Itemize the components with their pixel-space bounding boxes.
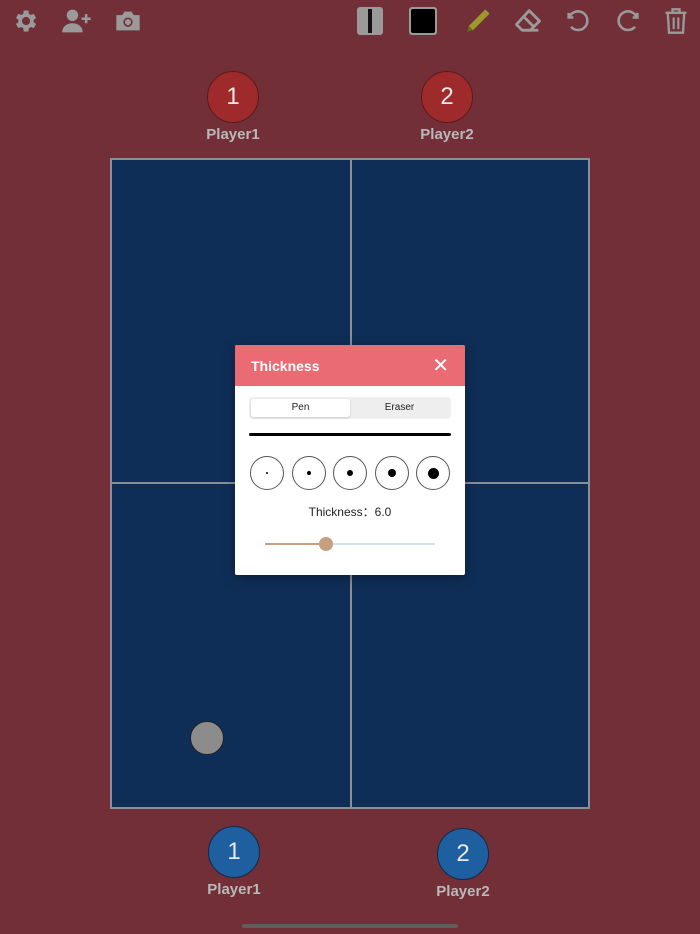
close-icon[interactable]: ✕	[432, 356, 449, 376]
undo-icon[interactable]	[561, 4, 595, 38]
thickness-preview-line	[249, 433, 451, 436]
thickness-preset-1[interactable]	[250, 456, 284, 490]
slider-fill	[265, 543, 327, 545]
player-number-badge[interactable]: 1	[208, 826, 260, 878]
player-name-label: Player1	[206, 126, 260, 143]
trash-icon[interactable]	[659, 4, 693, 38]
dialog-header: Thickness ✕	[235, 345, 465, 386]
ball-token[interactable]	[190, 721, 224, 755]
thickness-preset-2[interactable]	[291, 456, 326, 490]
slider-thumb[interactable]	[319, 537, 334, 551]
tab-pen[interactable]: Pen	[251, 399, 350, 417]
thickness-dialog: Thickness ✕ Pen Eraser Thickness：6.0	[235, 345, 465, 575]
dialog-title: Thickness	[251, 357, 320, 374]
player-number-badge[interactable]: 1	[207, 71, 259, 123]
thickness-value-label: Thickness：6.0	[308, 505, 392, 519]
home-indicator	[242, 924, 458, 928]
add-user-icon[interactable]	[60, 4, 94, 38]
tab-eraser[interactable]: Eraser	[350, 399, 449, 417]
player-token-bottom-2[interactable]: 2 Player2	[403, 828, 523, 900]
color-swatch-icon[interactable]	[406, 4, 440, 38]
thickness-presets	[250, 456, 450, 490]
player-name-label: Player1	[207, 881, 261, 898]
eraser-icon[interactable]	[511, 4, 545, 38]
player-name-label: Player2	[420, 126, 474, 143]
redo-icon[interactable]	[611, 4, 645, 38]
player-token-top-1[interactable]: 1 Player1	[173, 71, 293, 143]
line-style-icon[interactable]	[353, 4, 387, 38]
thickness-preset-5[interactable]	[416, 456, 450, 490]
player-name-label: Player2	[436, 883, 490, 900]
tool-segmented-control: Pen Eraser	[249, 397, 451, 419]
player-number-badge[interactable]: 2	[421, 71, 473, 123]
pencil-icon[interactable]	[461, 4, 495, 38]
gear-icon[interactable]	[8, 4, 42, 38]
player-token-top-2[interactable]: 2 Player2	[387, 71, 507, 143]
camera-icon[interactable]	[111, 4, 145, 38]
thickness-preset-4[interactable]	[374, 456, 409, 490]
player-token-bottom-1[interactable]: 1 Player1	[174, 826, 294, 898]
player-number-badge[interactable]: 2	[437, 828, 489, 880]
thickness-preset-3[interactable]	[333, 456, 367, 490]
thickness-slider[interactable]	[265, 537, 435, 551]
